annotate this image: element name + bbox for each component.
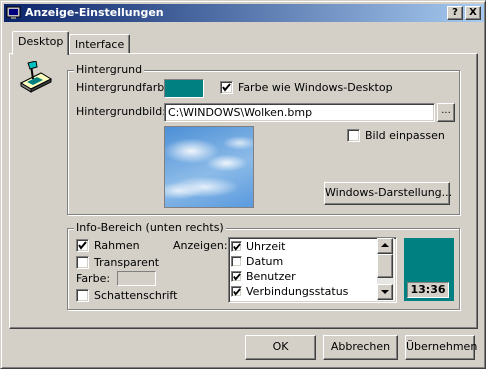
list-item-label: Datum [246,255,284,268]
fit-image-checkbox[interactable] [347,129,360,142]
info-area-preview: 13:36 [404,238,454,301]
preview-time: 13:36 [407,282,449,298]
list-item-label: Verbindungsstatus [246,285,349,298]
background-color-swatch[interactable] [164,79,204,98]
list-item-checkbox[interactable] [231,241,242,252]
tab-desktop[interactable]: Desktop [12,31,70,55]
list-scrollbar[interactable] [377,238,394,300]
background-image-label: Hintergrundbild: [76,105,166,118]
app-icon [6,5,22,21]
checkmark-icon [222,83,231,92]
checkmark-icon [233,273,241,281]
windows-display-button[interactable]: Windows-Darstellung... [324,182,452,205]
title-bar[interactable]: Anzeige-Einstellungen ? X [4,4,484,22]
info-area-group-title: Info-Bereich (unten rechts) [74,221,226,234]
apply-button[interactable]: Übernehmen [405,335,477,360]
tab-interface[interactable]: Interface [69,34,131,54]
checkmark-icon [78,241,87,250]
frame-checkbox[interactable] [76,239,89,252]
desktop-settings-icon [19,60,53,98]
windows-color-checkbox[interactable] [220,81,233,94]
background-color-label: Hintergrundfarbe: [76,81,175,94]
help-button[interactable]: ? [447,6,463,20]
ok-button[interactable]: OK [245,335,316,360]
info-color-label: Farbe: [76,272,111,285]
shadow-font-label: Schattenschrift [94,289,178,302]
shadow-font-checkbox[interactable] [76,289,89,302]
background-group-title: Hintergrund [74,63,145,76]
background-image-preview [164,126,254,208]
frame-label: Rahmen [94,239,140,252]
checkmark-icon [233,243,241,251]
arrow-down-icon [381,290,389,294]
info-color-swatch[interactable] [117,271,156,286]
arrow-up-icon [381,243,389,247]
list-item-checkbox[interactable] [231,256,242,267]
dialog-window: Anzeige-Einstellungen ? X Desktop Interf… [0,0,486,369]
scroll-down-button[interactable] [377,284,393,300]
browse-button[interactable]: ... [437,103,455,122]
list-item-label: Benutzer [246,270,296,283]
fit-image-label: Bild einpassen [365,129,445,142]
transparent-checkbox[interactable] [76,256,89,269]
display-items-list[interactable]: Uhrzeit Datum Benutzer Verbindungsstatus [228,237,397,303]
transparent-label: Transparent [94,256,160,269]
cancel-button[interactable]: Abbrechen [323,335,398,360]
windows-color-label: Farbe wie Windows-Desktop [238,81,393,94]
window-title: Anzeige-Einstellungen [25,6,164,19]
checkmark-icon [233,288,241,296]
close-button[interactable]: X [465,6,481,20]
list-item-label: Uhrzeit [246,240,286,253]
show-label: Anzeigen: [173,239,228,252]
list-item-checkbox[interactable] [231,286,242,297]
background-image-path-input[interactable]: C:\WINDOWS\Wolken.bmp [164,103,435,122]
scroll-thumb[interactable] [377,254,393,278]
list-item-checkbox[interactable] [231,271,242,282]
scroll-up-button[interactable] [377,238,393,254]
